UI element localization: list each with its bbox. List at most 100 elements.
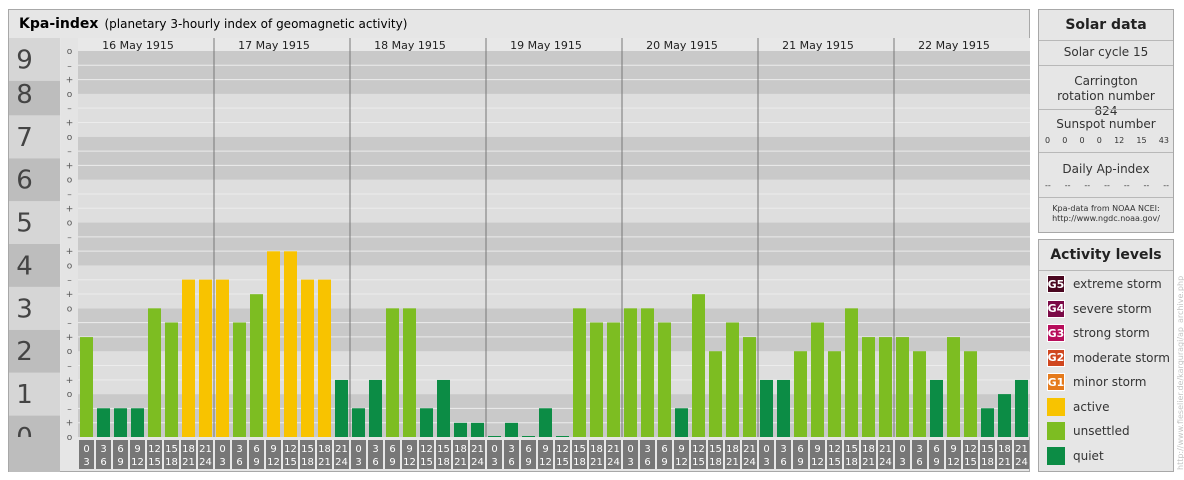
activity-level-extreme-storm: G5 extreme storm <box>1047 275 1162 293</box>
hour-end-label: 24 <box>743 457 756 468</box>
hour-end-label: 9 <box>253 457 259 468</box>
hour-end-label: 21 <box>454 457 467 468</box>
hour-end-label: 3 <box>491 457 497 468</box>
hour-end-label: 24 <box>607 457 620 468</box>
activity-level-unsettled: unsettled <box>1047 422 1130 440</box>
bar-5-7 <box>879 337 892 437</box>
bar-0-6 <box>182 279 195 437</box>
bar-2-6 <box>454 422 467 437</box>
activity-level-moderate-storm: G2 moderate storm <box>1047 348 1170 367</box>
level-swatch: G4 <box>1047 299 1065 318</box>
hour-start-label: 9 <box>134 444 140 455</box>
bar-2-4 <box>420 408 433 437</box>
bar-5-5 <box>845 308 858 437</box>
minor-tick-mark: o <box>67 90 73 100</box>
bar-6-5 <box>981 408 994 437</box>
hour-end-label: 12 <box>947 457 960 468</box>
sunspot-value-0: 0 <box>1045 136 1051 145</box>
hour-end-label: 12 <box>539 457 552 468</box>
hour-start-label: 3 <box>236 444 242 455</box>
hour-start-label: 9 <box>814 444 820 455</box>
minor-tick-mark: o <box>67 261 73 271</box>
hour-start-label: 3 <box>372 444 378 455</box>
level-label: extreme storm <box>1073 277 1162 291</box>
hour-end-label: 21 <box>726 457 739 468</box>
hour-end-label: 15 <box>964 457 977 468</box>
hour-end-label: 9 <box>797 457 803 468</box>
bar-0-7 <box>199 279 212 437</box>
sunspot-values: 0 0 0 0 12 15 43 <box>1045 136 1169 145</box>
bar-5-0 <box>760 379 773 437</box>
bar-1-2 <box>250 294 263 437</box>
minor-tick-mark: – <box>67 276 72 286</box>
minor-tick-mark: o <box>67 176 73 186</box>
bar-2-2 <box>386 308 399 437</box>
hour-end-label: 21 <box>998 457 1011 468</box>
hour-start-label: 9 <box>950 444 956 455</box>
bar-1-4 <box>284 251 297 437</box>
hour-start-label: 0 <box>83 444 89 455</box>
ap-value-2: -- <box>1084 181 1091 190</box>
hour-end-label: 21 <box>862 457 875 468</box>
sunspot-value-1: 0 <box>1062 136 1068 145</box>
bar-0-5 <box>165 322 178 437</box>
hour-start-label: 12 <box>148 444 161 455</box>
hour-end-label: 9 <box>661 457 667 468</box>
hour-end-label: 24 <box>1015 457 1028 468</box>
hour-start-label: 3 <box>644 444 650 455</box>
bar-2-1 <box>369 379 382 437</box>
sunspot-label: Sunspot number <box>1056 117 1156 131</box>
bar-0-2 <box>114 408 127 437</box>
bar-4-0 <box>624 308 637 437</box>
data-credit-line1: Kpa-data from NOAA NCEI: <box>1052 204 1160 213</box>
hour-start-label: 6 <box>389 444 395 455</box>
bar-1-3 <box>267 251 280 437</box>
activity-levels-panel: Activity levels G5 extreme storm G4 severe … <box>1038 239 1174 472</box>
hour-end-label: 6 <box>780 457 786 468</box>
hour-start-label: 18 <box>998 444 1011 455</box>
ap-value-6: -- <box>1163 181 1169 190</box>
hour-end-label: 6 <box>508 457 514 468</box>
ap-value-1: -- <box>1064 181 1071 190</box>
hour-start-label: 18 <box>862 444 875 455</box>
hour-start-label: 21 <box>335 444 348 455</box>
hour-start-label: 15 <box>845 444 858 455</box>
hour-end-label: 18 <box>165 457 178 468</box>
side-credit: http://www.fieselier.de/karguragi/ap_arc… <box>1176 275 1184 470</box>
kpa-bar-chart: 0123456789o+–o+–o+–o+–o+–o+–o+–o+–o+–o16… <box>9 38 1030 472</box>
level-label: unsettled <box>1073 424 1130 438</box>
band-5 <box>78 179 1030 223</box>
data-credit-line2: http://www.ngdc.noaa.gov/ <box>1052 214 1160 223</box>
hour-start-label: 12 <box>420 444 433 455</box>
hour-start-label: 6 <box>661 444 667 455</box>
bar-5-4 <box>828 351 841 437</box>
minor-tick-mark: + <box>66 204 74 214</box>
bar-6-0 <box>896 337 909 437</box>
hour-start-label: 12 <box>828 444 841 455</box>
hour-start-label: 6 <box>797 444 803 455</box>
bar-3-6 <box>590 322 603 437</box>
minor-tick-mark: o <box>67 390 73 400</box>
minor-tick-mark: o <box>67 304 73 314</box>
hour-start-label: 9 <box>678 444 684 455</box>
hour-end-label: 15 <box>284 457 297 468</box>
hour-end-label: 24 <box>471 457 484 468</box>
hour-end-label: 12 <box>131 457 144 468</box>
minor-tick-mark: + <box>66 333 74 343</box>
bar-0-3 <box>131 408 144 437</box>
bar-6-3 <box>947 337 960 437</box>
bar-6-6 <box>998 394 1011 437</box>
sunspot-value-2: 0 <box>1079 136 1085 145</box>
ap-label: Daily Ap-index <box>1062 162 1150 176</box>
band-4 <box>78 222 1030 266</box>
minor-tick-mark: – <box>67 190 72 200</box>
hour-end-label: 6 <box>916 457 922 468</box>
divider <box>1039 109 1173 110</box>
y-column-footer <box>9 437 60 472</box>
hour-start-label: 15 <box>165 444 178 455</box>
divider <box>1039 40 1173 41</box>
y-tick-label-3: 3 <box>16 294 33 324</box>
hour-start-label: 0 <box>491 444 497 455</box>
hour-start-label: 21 <box>743 444 756 455</box>
level-label: minor storm <box>1073 375 1147 389</box>
